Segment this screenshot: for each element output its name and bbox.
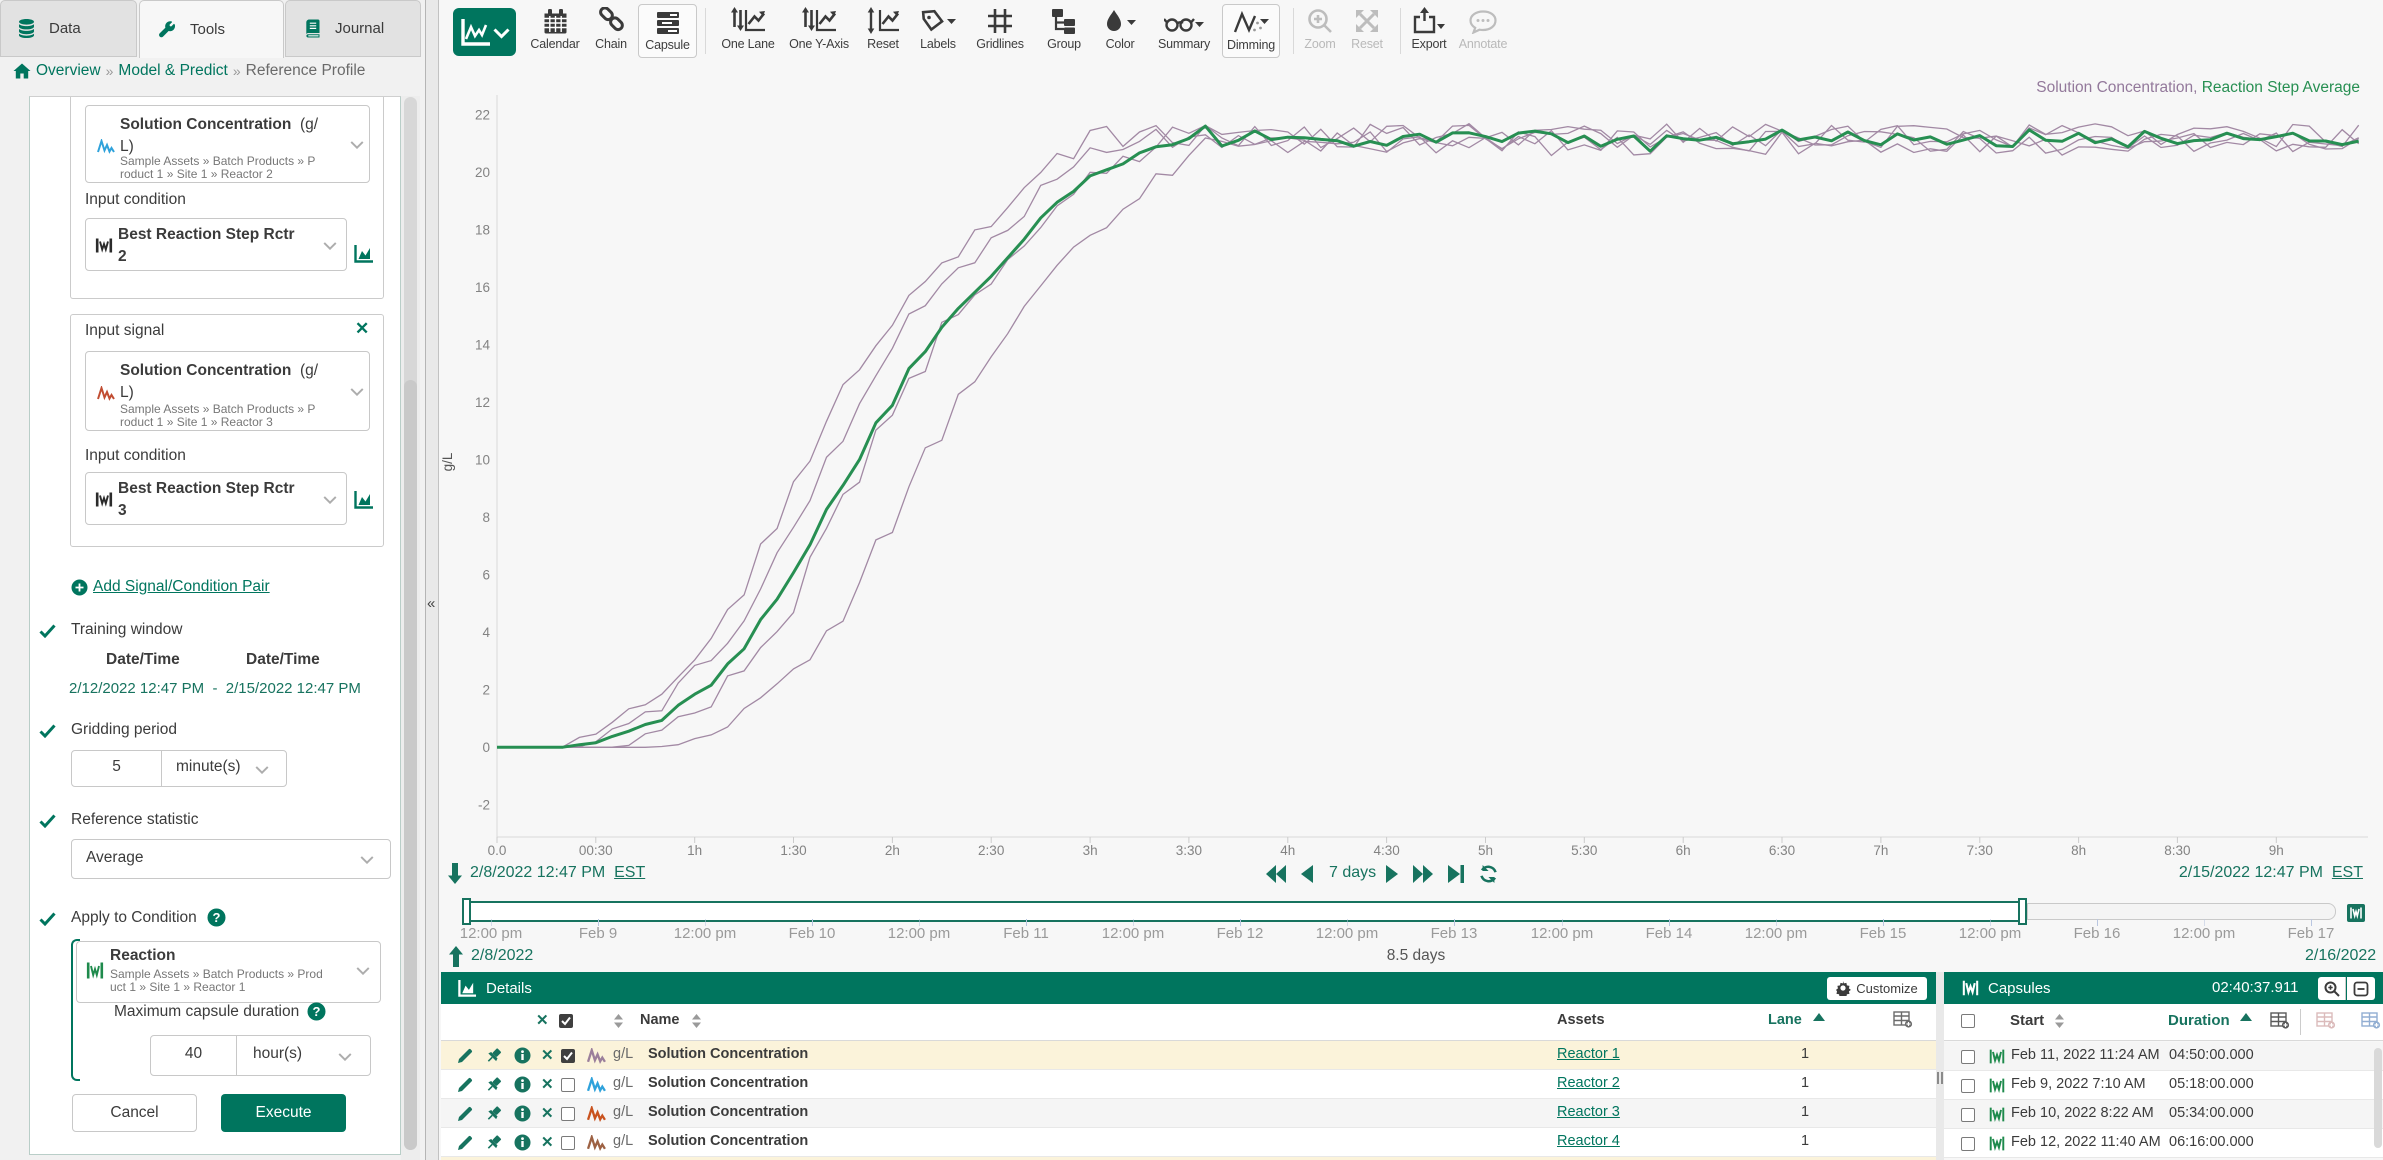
svg-text:9h: 9h [2269, 843, 2284, 858]
svg-text:5:30: 5:30 [1571, 843, 1597, 858]
svg-text:1:30: 1:30 [780, 843, 806, 858]
svg-text:8: 8 [482, 510, 490, 525]
svg-text:4h: 4h [1280, 843, 1295, 858]
svg-text:?: ? [213, 910, 221, 925]
svg-text:?: ? [313, 1004, 321, 1019]
svg-text:7:30: 7:30 [1967, 843, 1993, 858]
svg-text:7h: 7h [1873, 843, 1888, 858]
svg-text:0.0: 0.0 [488, 843, 507, 858]
svg-text:00:30: 00:30 [579, 843, 613, 858]
svg-text:g/L: g/L [440, 452, 455, 471]
svg-text:16: 16 [475, 280, 490, 295]
svg-text:14: 14 [475, 337, 491, 352]
svg-text:6: 6 [482, 567, 490, 582]
svg-text:3h: 3h [1083, 843, 1098, 858]
svg-text:2:30: 2:30 [978, 843, 1004, 858]
svg-text:20: 20 [475, 165, 490, 180]
svg-text:10: 10 [475, 452, 490, 467]
svg-text:1h: 1h [687, 843, 702, 858]
svg-text:6:30: 6:30 [1769, 843, 1795, 858]
svg-text:8h: 8h [2071, 843, 2086, 858]
svg-text:2h: 2h [885, 843, 900, 858]
svg-text:18: 18 [475, 223, 490, 238]
svg-text:12: 12 [475, 395, 490, 410]
svg-text:Solution Concentration, Reacti: Solution Concentration, Reaction Step Av… [2036, 79, 2360, 96]
svg-text:-2: -2 [478, 797, 490, 812]
svg-text:5h: 5h [1478, 843, 1493, 858]
svg-text:4:30: 4:30 [1373, 843, 1399, 858]
svg-text:0: 0 [482, 740, 490, 755]
svg-text:3:30: 3:30 [1176, 843, 1202, 858]
svg-text:8:30: 8:30 [2164, 843, 2190, 858]
svg-text:22: 22 [475, 108, 490, 123]
svg-text:4: 4 [482, 625, 490, 640]
svg-text:2: 2 [482, 682, 490, 697]
svg-text:6h: 6h [1676, 843, 1691, 858]
